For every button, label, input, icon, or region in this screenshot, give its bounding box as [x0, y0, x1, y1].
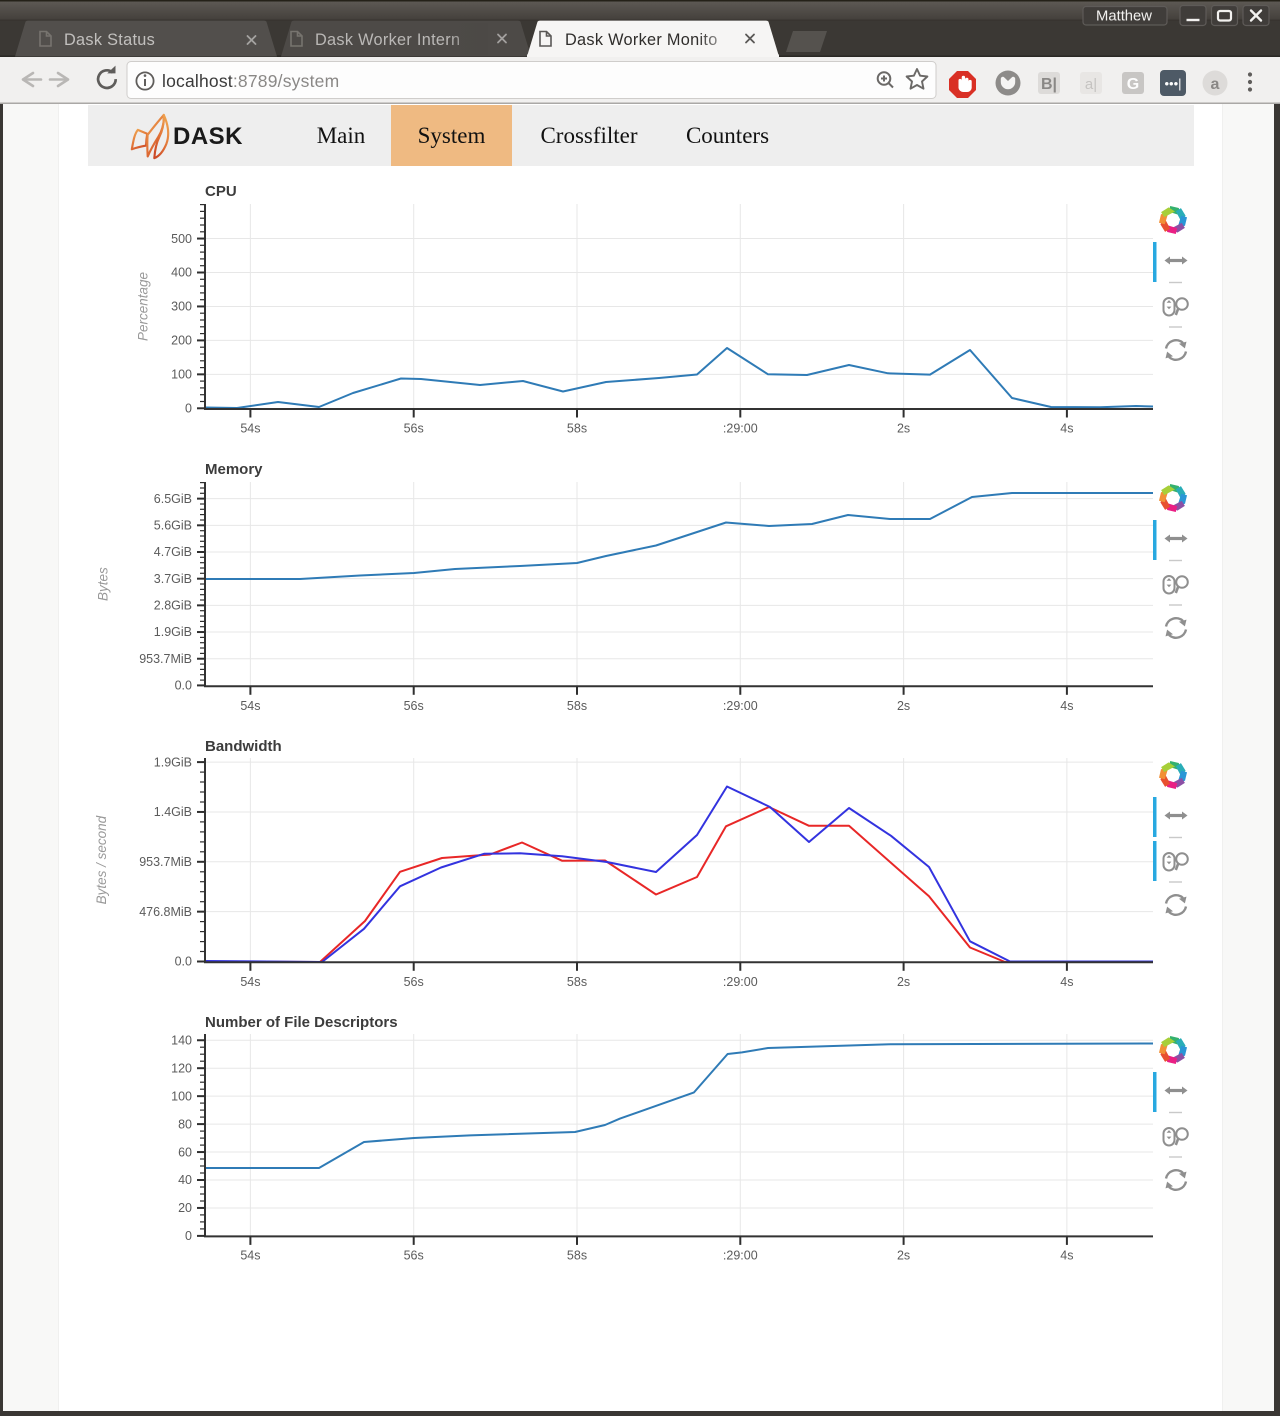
svg-text:4s: 4s	[1060, 975, 1073, 989]
svg-text:200: 200	[171, 334, 192, 348]
svg-text:CPU: CPU	[205, 183, 237, 200]
svg-text:Dask Worker Monito: Dask Worker Monito	[565, 31, 718, 49]
svg-text:Dask Status: Dask Status	[64, 31, 155, 49]
svg-text:140: 140	[171, 1033, 192, 1047]
svg-text:58s: 58s	[567, 1249, 587, 1263]
svg-text:56s: 56s	[404, 699, 424, 713]
svg-text:60: 60	[178, 1145, 192, 1159]
svg-text:100: 100	[171, 1089, 192, 1103]
svg-text:5.6GiB: 5.6GiB	[154, 519, 192, 533]
svg-text:953.7MiB: 953.7MiB	[139, 652, 192, 666]
svg-text:20: 20	[178, 1201, 192, 1215]
svg-text:B|: B|	[1041, 76, 1057, 93]
svg-text:4s: 4s	[1060, 1249, 1073, 1263]
svg-text:2s: 2s	[897, 422, 910, 436]
svg-text:54s: 54s	[240, 422, 260, 436]
svg-text:476.8MiB: 476.8MiB	[139, 905, 192, 919]
svg-text:2s: 2s	[897, 975, 910, 989]
svg-text:40: 40	[178, 1173, 192, 1187]
svg-text::29:00: :29:00	[723, 699, 758, 713]
svg-text:2s: 2s	[897, 699, 910, 713]
svg-text::29:00: :29:00	[723, 1249, 758, 1263]
svg-text:4.7GiB: 4.7GiB	[154, 545, 192, 559]
svg-text:56s: 56s	[404, 422, 424, 436]
svg-text::29:00: :29:00	[723, 975, 758, 989]
svg-text:120: 120	[171, 1061, 192, 1075]
svg-text:500: 500	[171, 232, 192, 246]
svg-text:4s: 4s	[1060, 422, 1073, 436]
svg-text:•••|: •••|	[1164, 76, 1181, 91]
svg-text:58s: 58s	[567, 699, 587, 713]
svg-text:Dask Worker Intern: Dask Worker Intern	[315, 31, 460, 49]
svg-text:Memory: Memory	[205, 461, 263, 478]
svg-text:58s: 58s	[567, 422, 587, 436]
svg-text:2s: 2s	[897, 1249, 910, 1263]
svg-text:0: 0	[185, 1229, 192, 1243]
svg-text:3.7GiB: 3.7GiB	[154, 572, 192, 586]
svg-text:G: G	[1127, 76, 1139, 93]
svg-text:58s: 58s	[567, 975, 587, 989]
svg-text:1.9GiB: 1.9GiB	[154, 625, 192, 639]
svg-text:54s: 54s	[240, 699, 260, 713]
svg-text:80: 80	[178, 1117, 192, 1131]
svg-text:Bytes / second: Bytes / second	[94, 815, 109, 904]
svg-text:localhost:8789/system: localhost:8789/system	[162, 71, 339, 91]
svg-text::29:00: :29:00	[723, 422, 758, 436]
svg-text:300: 300	[171, 300, 192, 314]
svg-text:a: a	[1211, 76, 1220, 93]
svg-text:54s: 54s	[240, 975, 260, 989]
svg-text:6.5GiB: 6.5GiB	[154, 492, 192, 506]
svg-text:Number of File Descriptors: Number of File Descriptors	[205, 1014, 398, 1031]
svg-text:Bandwidth: Bandwidth	[205, 738, 282, 755]
svg-text:2.8GiB: 2.8GiB	[154, 599, 192, 613]
svg-text:0.0: 0.0	[175, 679, 192, 693]
svg-text:400: 400	[171, 266, 192, 280]
svg-text:54s: 54s	[240, 1249, 260, 1263]
svg-text:Percentage: Percentage	[136, 272, 151, 341]
svg-text:1.4GiB: 1.4GiB	[154, 805, 192, 819]
svg-text:Bytes: Bytes	[96, 567, 111, 601]
svg-text:Matthew: Matthew	[1096, 9, 1152, 25]
svg-text:953.7MiB: 953.7MiB	[139, 855, 192, 869]
svg-text:1.9GiB: 1.9GiB	[154, 755, 192, 769]
svg-text:56s: 56s	[404, 1249, 424, 1263]
svg-text:0: 0	[185, 402, 192, 416]
svg-text:100: 100	[171, 368, 192, 382]
svg-text:0.0: 0.0	[175, 955, 192, 969]
svg-text:a|: a|	[1085, 76, 1097, 93]
svg-text:4s: 4s	[1060, 699, 1073, 713]
svg-text:56s: 56s	[404, 975, 424, 989]
